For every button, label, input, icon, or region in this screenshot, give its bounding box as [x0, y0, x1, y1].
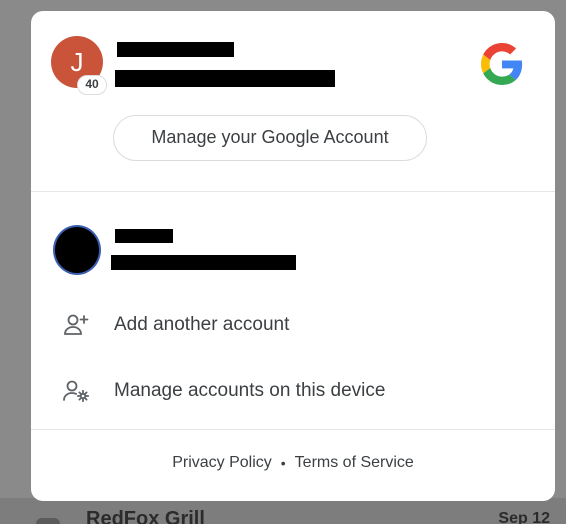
- background-list-item: [0, 498, 566, 524]
- google-logo-icon: [481, 43, 523, 85]
- redacted-account-email: [115, 70, 335, 87]
- terms-of-service-link[interactable]: Terms of Service: [295, 454, 414, 472]
- privacy-policy-link[interactable]: Privacy Policy: [172, 454, 272, 472]
- secondary-account-avatar[interactable]: [53, 225, 101, 275]
- manage-google-account-button[interactable]: Manage your Google Account: [113, 115, 427, 161]
- divider: [31, 429, 555, 430]
- divider: [31, 191, 555, 192]
- manage-accounts-row[interactable]: Manage accounts on this device: [31, 368, 555, 414]
- footer-links: Privacy Policy • Terms of Service: [31, 454, 555, 478]
- background-avatar: [36, 518, 60, 524]
- footer-separator: •: [280, 455, 286, 471]
- background-item-title: RedFox Grill: [86, 508, 205, 524]
- background-item-date: Sep 12: [498, 510, 550, 524]
- add-another-account-row[interactable]: Add another account: [31, 302, 555, 348]
- manage-accounts-icon: [63, 380, 89, 403]
- add-another-account-label: Add another account: [114, 314, 290, 335]
- redacted-secondary-name: [115, 229, 173, 243]
- add-person-icon: [64, 314, 89, 335]
- redacted-secondary-email: [111, 255, 296, 270]
- avatar-initial: J: [70, 47, 84, 77]
- account-switcher-card: J 40 Manage your Google Account Add anot…: [31, 11, 555, 501]
- manage-accounts-label: Manage accounts on this device: [114, 380, 386, 401]
- notification-count-badge: 40: [77, 75, 107, 95]
- redacted-account-name: [117, 42, 234, 57]
